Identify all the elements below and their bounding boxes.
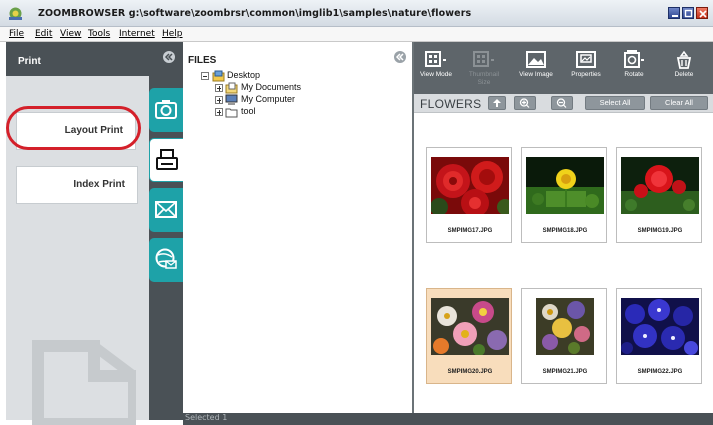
web-icon (155, 248, 177, 269)
files-panel: FILES Desktop My Documents My Computer t… (183, 42, 414, 413)
thumbnail-item[interactable]: SMPIMG17.JPG (426, 147, 512, 243)
collapse-files-panel-button[interactable] (394, 51, 406, 63)
flower-photo (536, 298, 594, 355)
computer-icon (225, 94, 238, 105)
documents-folder-icon (225, 82, 238, 94)
print-panel-title: Print (18, 56, 41, 67)
thumbnail-item[interactable]: SMPIMG19.JPG (616, 147, 702, 243)
up-arrow-icon (493, 99, 501, 107)
maximize-icon (684, 9, 693, 18)
printer-tab[interactable] (149, 138, 183, 182)
zoom-out-button[interactable] (551, 96, 573, 110)
folder-name: FLOWERS (420, 97, 482, 111)
flower-photo (431, 157, 509, 214)
image-toolbar: View Mode Thumbnail Size View Image Prop… (414, 42, 713, 94)
flower-photo (431, 298, 509, 355)
close-button[interactable] (696, 7, 708, 19)
thumbnail-label: SMPIMG20.JPG (447, 369, 493, 375)
camera-icon (155, 100, 177, 119)
expand-toggle-icon[interactable] (215, 108, 223, 116)
view-image-icon (526, 51, 546, 68)
highlight-ring (6, 106, 141, 150)
flower-photo (621, 298, 699, 355)
files-panel-title: FILES (188, 55, 217, 66)
view-mode-icon (425, 51, 446, 67)
properties-button[interactable]: Properties (564, 50, 608, 92)
double-chevron-left-icon (395, 53, 404, 61)
thumbnail-grid: SMPIMG17.JPG SMPIMG18.JPG SMPIMG19.JPG S… (414, 114, 713, 413)
status-text: Selected 1 (185, 413, 228, 422)
thumbnail-item[interactable]: SMPIMG21.JPG (521, 288, 607, 384)
double-chevron-left-icon (164, 53, 173, 61)
menu-edit[interactable]: Edit (35, 29, 52, 39)
up-folder-button[interactable] (488, 96, 506, 110)
zoom-in-button[interactable] (514, 96, 536, 110)
collapse-print-panel-button[interactable] (163, 51, 175, 63)
thumbnail-label: SMPIMG18.JPG (542, 228, 588, 234)
zoom-in-icon (519, 98, 530, 108)
view-image-button[interactable]: View Image (514, 50, 558, 92)
status-bar: Selected 1 (183, 413, 713, 425)
maximize-button[interactable] (682, 7, 694, 19)
menu-bar: File Edit View Tools Internet Help (0, 27, 713, 42)
menu-view[interactable]: View (60, 29, 81, 39)
minimize-button[interactable] (668, 7, 680, 19)
thumbnail-label: SMPIMG21.JPG (542, 369, 588, 375)
close-icon (699, 10, 707, 18)
thumbnail-item[interactable]: SMPIMG18.JPG (521, 147, 607, 243)
menu-tools[interactable]: Tools (88, 29, 110, 39)
flower-photo (526, 157, 604, 214)
folder-bar: FLOWERS Select All Clear All (414, 94, 713, 113)
print-panel: Print Layout Print Index Print (6, 42, 183, 425)
web-tab[interactable] (149, 238, 183, 282)
properties-icon (576, 51, 596, 68)
menu-file[interactable]: File (9, 29, 24, 39)
thumbnail-size-button[interactable]: Thumbnail Size (462, 50, 506, 92)
minimize-icon (672, 15, 678, 17)
window-title: ZOOMBROWSER g:\software\zoombrsr\common\… (38, 8, 472, 19)
delete-icon (676, 50, 692, 69)
thumbnail-label: SMPIMG19.JPG (637, 228, 683, 234)
thumbnail-label: SMPIMG22.JPG (637, 369, 683, 375)
flower-photo (621, 157, 699, 214)
expand-toggle-icon[interactable] (215, 96, 223, 104)
index-print-option[interactable]: Index Print (16, 166, 138, 204)
title-bar: ZOOMBROWSER g:\software\zoombrsr\common\… (0, 0, 713, 27)
thumbnail-item-selected[interactable]: SMPIMG20.JPG (426, 288, 512, 384)
folder-icon (225, 108, 238, 118)
view-mode-button[interactable]: View Mode (414, 50, 458, 92)
document-watermark-icon (32, 340, 136, 425)
thumbnail-size-icon (473, 51, 494, 67)
rotate-icon (624, 50, 644, 68)
zoom-out-icon (556, 98, 567, 108)
expand-toggle-icon[interactable] (215, 84, 223, 92)
email-icon (155, 201, 177, 218)
desktop-folder-icon (212, 70, 225, 82)
menu-help[interactable]: Help (162, 29, 183, 39)
select-all-button[interactable]: Select All (585, 96, 645, 110)
thumbnail-label: SMPIMG17.JPG (447, 228, 493, 234)
clear-all-button[interactable]: Clear All (650, 96, 708, 110)
menu-internet[interactable]: Internet (119, 29, 155, 39)
thumbnail-item[interactable]: SMPIMG22.JPG (616, 288, 702, 384)
delete-button[interactable]: Delete (662, 50, 706, 92)
rotate-button[interactable]: Rotate (612, 50, 656, 92)
app-icon (9, 7, 22, 20)
printer-icon (156, 149, 178, 170)
collapse-toggle-icon[interactable] (201, 72, 209, 80)
email-tab[interactable] (149, 188, 183, 232)
camera-tab[interactable] (149, 88, 183, 132)
